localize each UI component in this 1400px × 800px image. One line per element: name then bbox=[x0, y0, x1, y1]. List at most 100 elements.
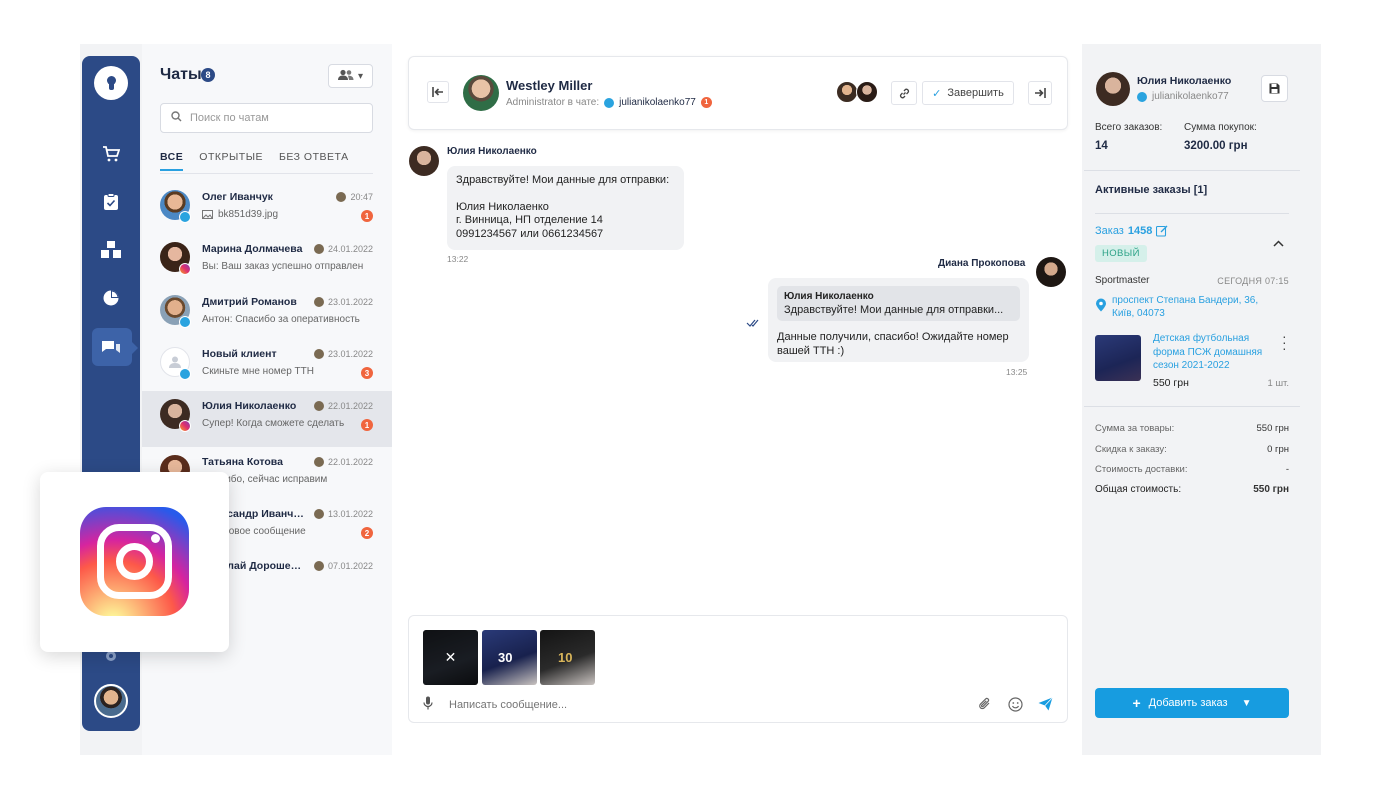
tabs-divider bbox=[160, 173, 373, 174]
summary-total: Общая стоимость: 550 грн bbox=[1095, 484, 1289, 495]
more-vertical-icon[interactable]: · · · bbox=[1282, 329, 1287, 355]
boxes-icon[interactable] bbox=[99, 238, 123, 262]
chat-item-new-client[interactable]: Новый клиент 23.01.2022 Скиньте мне номе… bbox=[142, 339, 392, 391]
agent-avatar bbox=[336, 192, 347, 202]
agent-avatar bbox=[313, 561, 324, 571]
clipboard-icon[interactable] bbox=[99, 190, 123, 214]
chat-item-yulia[interactable]: Юлия Николаенко 22.01.2022 Супер! Когда … bbox=[142, 391, 392, 447]
chat-preview: Скиньте мне номер ТТН bbox=[202, 366, 314, 377]
paperclip-icon[interactable] bbox=[975, 694, 995, 714]
instagram-overlay-card bbox=[40, 472, 229, 652]
total-sum-label: Сумма покупок: bbox=[1184, 122, 1257, 133]
chat-date: 24.01.2022 bbox=[313, 244, 373, 254]
save-icon bbox=[1269, 83, 1280, 94]
chat-tabs: ВСЕ ОТКРЫТЫЕ БЕЗ ОТВЕТА bbox=[160, 151, 349, 171]
agent-avatar bbox=[313, 349, 324, 359]
pie-chart-icon[interactable] bbox=[99, 286, 123, 310]
agent-avatar bbox=[313, 244, 324, 254]
message-author: Юлия Николаенко bbox=[447, 146, 537, 157]
cart-icon[interactable] bbox=[99, 142, 123, 166]
image-icon bbox=[202, 210, 213, 219]
link-icon bbox=[899, 88, 909, 98]
chat-item-oleg[interactable]: Олег Иванчук 20:47 bk851d39.jpg 1 bbox=[142, 182, 392, 234]
participants-avatars[interactable] bbox=[836, 81, 882, 105]
attachment-thumb[interactable]: 10 bbox=[540, 630, 595, 685]
divider bbox=[1084, 170, 1300, 171]
save-button[interactable] bbox=[1261, 75, 1288, 102]
tab-unanswered[interactable]: БЕЗ ОТВЕТА bbox=[279, 151, 349, 171]
user-placeholder-icon bbox=[169, 356, 181, 368]
chat-list-title: Чаты bbox=[160, 66, 202, 83]
unread-badge: 1 bbox=[361, 210, 373, 222]
search-input[interactable]: Поиск по чатам bbox=[190, 112, 269, 124]
chat-search[interactable]: Поиск по чатам bbox=[160, 103, 373, 133]
location-pin-icon bbox=[1095, 298, 1107, 312]
chevron-down-icon: ▼ bbox=[1241, 697, 1252, 709]
message-author: Диана Прокопова bbox=[938, 258, 1026, 269]
agent-avatar bbox=[313, 457, 324, 467]
quoted-message[interactable]: Юлия Николаенко Здравствуйте! Мои данные… bbox=[777, 286, 1020, 321]
collapse-right-button[interactable] bbox=[1028, 81, 1052, 105]
users-filter-button[interactable]: ▾ bbox=[328, 64, 373, 88]
divider bbox=[1084, 406, 1300, 407]
chat-name: Марина Долмачева bbox=[202, 243, 303, 255]
store-name: Sportmaster bbox=[1095, 275, 1150, 286]
chat-item-dmitry[interactable]: Дмитрий Романов 23.01.2022 Антон: Спасиб… bbox=[142, 287, 392, 339]
instagram-icon bbox=[179, 420, 191, 432]
instagram-icon bbox=[179, 263, 191, 275]
avatar bbox=[1036, 257, 1066, 287]
product-name[interactable]: Детская футбольная форма ПСЖ домашняя се… bbox=[1153, 332, 1268, 373]
arrow-right-bar-icon bbox=[1035, 88, 1046, 98]
chat-date: 20:47 bbox=[336, 192, 373, 202]
chat-date: 22.01.2022 bbox=[313, 401, 373, 411]
emoji-icon[interactable] bbox=[1005, 694, 1025, 714]
collapse-left-button[interactable] bbox=[427, 81, 449, 103]
chat-item-marina[interactable]: Марина Долмачева 24.01.2022 Вы: Ваш зака… bbox=[142, 234, 392, 286]
telegram-icon bbox=[1137, 91, 1147, 102]
divider bbox=[1095, 213, 1289, 214]
chat-date: 23.01.2022 bbox=[313, 297, 373, 307]
chat-name: Татьяна Котова bbox=[202, 456, 283, 468]
unread-badge: 2 bbox=[361, 527, 373, 539]
total-orders-value: 14 bbox=[1095, 140, 1108, 152]
tab-open[interactable]: ОТКРЫТЫЕ bbox=[199, 151, 263, 171]
order-link[interactable]: Заказ 1458 bbox=[1095, 225, 1168, 237]
agent-avatar bbox=[313, 509, 324, 519]
add-order-button[interactable]: + Добавить заказ ▼ bbox=[1095, 688, 1289, 718]
chevron-up-icon[interactable] bbox=[1273, 236, 1284, 250]
chat-preview: Супер! Когда сможете сделать bbox=[202, 418, 345, 429]
agent-avatar bbox=[313, 297, 324, 307]
agent-subtitle: Administrator в чате: julianikolaenko77 … bbox=[506, 97, 712, 108]
link-button[interactable] bbox=[891, 81, 917, 105]
edit-icon bbox=[1156, 225, 1168, 237]
message-bubble: Юлия Николаенко Здравствуйте! Мои данные… bbox=[768, 278, 1029, 362]
message-input[interactable] bbox=[449, 696, 949, 714]
chat-icon[interactable] bbox=[99, 336, 123, 360]
user-avatar[interactable] bbox=[94, 684, 128, 718]
message-bubble: Здравствуйте! Мои данные для отправки: Ю… bbox=[447, 166, 684, 250]
chat-date: 22.01.2022 bbox=[313, 457, 373, 467]
agent-avatar bbox=[463, 75, 499, 111]
product-qty: 1 шт. bbox=[1267, 378, 1289, 389]
attachment-thumb[interactable]: 30 bbox=[482, 630, 537, 685]
tab-all[interactable]: ВСЕ bbox=[160, 151, 184, 171]
attachment-thumb[interactable]: ✕ bbox=[423, 630, 478, 685]
delivery-address[interactable]: проспект Степана Бандери, 36, Київ, 0407… bbox=[1112, 294, 1282, 320]
chat-name: Юлия Николаенко bbox=[202, 400, 297, 412]
send-icon[interactable] bbox=[1035, 694, 1055, 714]
chat-name: Дмитрий Романов bbox=[202, 296, 297, 308]
finish-button[interactable]: ✓ Завершить bbox=[922, 81, 1014, 105]
chat-main: Westley Miller Administrator в чате: jul… bbox=[392, 44, 1082, 755]
keyhole-logo[interactable] bbox=[94, 66, 128, 100]
chat-preview: Антон: Спасибо за оперативность bbox=[202, 314, 360, 325]
instagram-logo-icon bbox=[80, 507, 189, 616]
microphone-icon[interactable] bbox=[423, 696, 433, 713]
avatar bbox=[836, 81, 858, 103]
order-date: СЕГОДНЯ 07:15 bbox=[1217, 276, 1289, 286]
avatar bbox=[409, 146, 439, 176]
plus-icon: + bbox=[1132, 695, 1141, 711]
telegram-icon bbox=[179, 316, 191, 328]
remove-attachment-button[interactable]: ✕ bbox=[423, 630, 478, 685]
chat-date: 13.01.2022 bbox=[313, 509, 373, 519]
chat-name: Новый клиент bbox=[202, 348, 277, 360]
